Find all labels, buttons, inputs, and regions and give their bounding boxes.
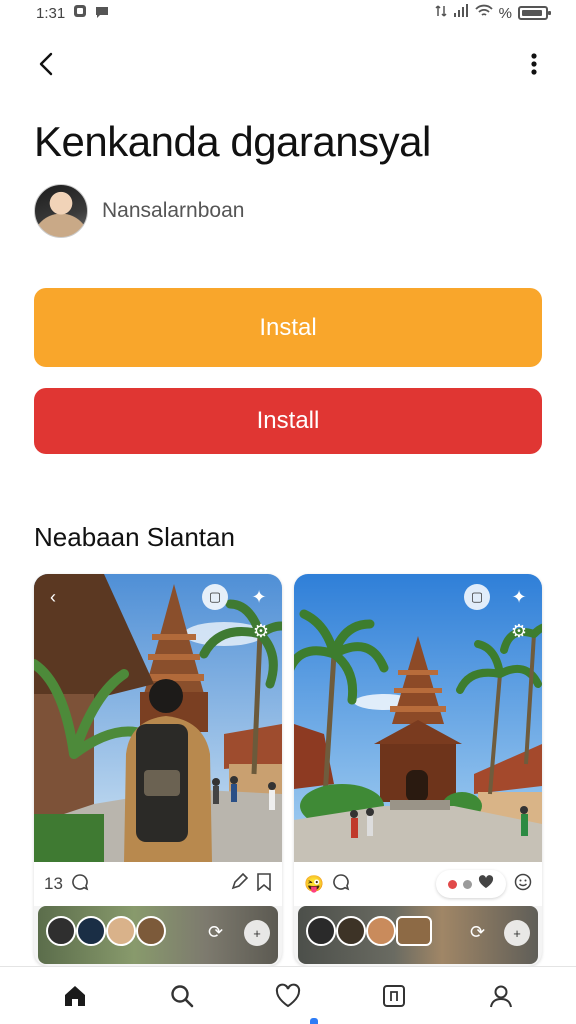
- square-icon[interactable]: ▢: [202, 584, 228, 610]
- developer-avatar: [34, 184, 88, 238]
- profile-icon: [489, 985, 512, 1007]
- nav-library[interactable]: [374, 976, 414, 1016]
- square-icon[interactable]: ▢: [464, 584, 490, 610]
- install-primary-button[interactable]: Instal: [34, 288, 542, 367]
- media-strip[interactable]: ⟳ +: [298, 906, 538, 964]
- notification-icon: [73, 4, 87, 22]
- add-icon[interactable]: +: [504, 920, 530, 946]
- data-icon: [435, 4, 447, 22]
- more-vertical-icon: [531, 53, 537, 75]
- thumbnail: [46, 916, 76, 946]
- library-icon: [383, 984, 406, 1007]
- active-tab-indicator: [310, 1018, 318, 1024]
- status-bar: 1:31 %: [0, 0, 576, 26]
- settings-icon[interactable]: ⚙: [248, 618, 274, 644]
- status-right: %: [435, 4, 551, 22]
- home-icon: [65, 985, 86, 1006]
- signal-icon: [453, 4, 469, 22]
- comment-icon[interactable]: [332, 873, 350, 896]
- card-footer: 13: [34, 862, 282, 906]
- nav-search[interactable]: [162, 976, 202, 1016]
- card-footer: 😜: [294, 862, 542, 906]
- thumbnail: [336, 916, 366, 946]
- developer-name: Nansalarnboan: [102, 199, 245, 222]
- comment-icon[interactable]: [71, 873, 89, 896]
- add-icon[interactable]: +: [244, 920, 270, 946]
- chevron-left-icon[interactable]: ‹: [40, 584, 66, 610]
- thumbnail: [76, 916, 106, 946]
- developer-row[interactable]: Nansalarnboan: [34, 184, 244, 238]
- status-left: 1:31: [36, 4, 109, 22]
- battery-percent: %: [498, 4, 512, 22]
- status-time: 1:31: [36, 4, 66, 22]
- heart-icon: [275, 983, 301, 1007]
- battery-icon: [518, 6, 551, 20]
- card-image: ▢ ✦ ⚙: [294, 574, 542, 862]
- bottom-nav: [0, 966, 576, 1024]
- refresh-icon[interactable]: ⟳: [208, 922, 223, 943]
- thumbnail: [306, 916, 336, 946]
- bookmark-icon[interactable]: [256, 872, 272, 896]
- screenshot-card[interactable]: ▢ ✦ ⚙ 😜 ⟳ +: [294, 574, 542, 966]
- more-options-button[interactable]: [518, 48, 550, 80]
- screenshot-card[interactable]: ▢ ✦ ⚙ ‹ 13 ⟳ +: [34, 574, 282, 966]
- app-title: Kenkanda dgaransyal: [34, 118, 431, 165]
- refresh-icon[interactable]: ⟳: [470, 922, 485, 943]
- top-nav: [0, 40, 576, 88]
- back-button[interactable]: [30, 48, 62, 80]
- card-count: 13: [44, 874, 63, 893]
- reaction-pill[interactable]: [436, 870, 506, 898]
- section-title: Neabaan Slantan: [34, 522, 235, 552]
- thumbnail: [366, 916, 396, 946]
- chevron-left-icon: [39, 52, 53, 76]
- app-detail-screen: 1:31 % Kenkanda dgaransyal Nansalarnboan…: [0, 0, 576, 1024]
- edit-icon[interactable]: [230, 872, 249, 896]
- dot-icon: [463, 879, 472, 889]
- nav-favorites[interactable]: [268, 976, 308, 1016]
- nav-profile[interactable]: [481, 976, 521, 1016]
- nav-home[interactable]: [55, 976, 95, 1016]
- media-strip[interactable]: ⟳ +: [38, 906, 278, 964]
- search-icon: [170, 984, 193, 1007]
- smile-icon[interactable]: [514, 873, 532, 896]
- thumbnail: [106, 916, 136, 946]
- install-secondary-button[interactable]: Install: [34, 388, 542, 454]
- wifi-icon: [475, 4, 493, 22]
- card-image: ▢ ✦ ⚙ ‹: [34, 574, 282, 862]
- emoji-reaction-icon[interactable]: 😜: [304, 874, 324, 894]
- dot-icon: [448, 879, 457, 889]
- message-icon: [95, 5, 109, 22]
- settings-icon[interactable]: ⚙: [506, 618, 532, 644]
- thumbnail: [396, 916, 432, 946]
- sparkle-icon[interactable]: ✦: [246, 584, 272, 610]
- heart-icon: [478, 874, 494, 894]
- sparkle-icon[interactable]: ✦: [506, 584, 532, 610]
- thumbnail: [136, 916, 166, 946]
